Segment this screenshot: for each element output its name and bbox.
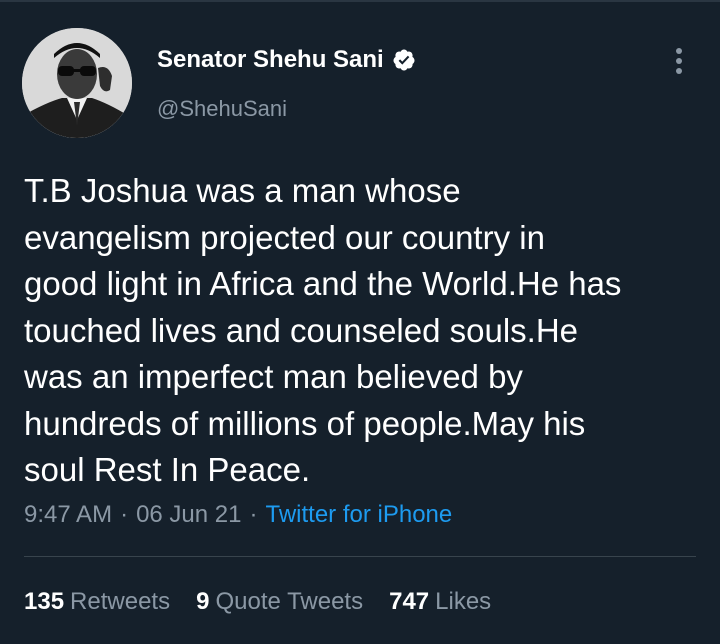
author-handle[interactable]: @ShehuSani <box>157 96 287 122</box>
divider <box>24 556 696 557</box>
quote-tweets-label: Quote Tweets <box>215 588 364 615</box>
meta-separator: · <box>120 501 129 528</box>
quote-tweets-stat[interactable]: 9 Quote Tweets <box>196 588 363 616</box>
likes-stat[interactable]: 747 Likes <box>389 588 491 616</box>
meta-separator: · <box>249 501 258 528</box>
quote-tweets-count: 9 <box>196 588 210 615</box>
tweet-line: touched lives and counseled souls.He <box>24 311 579 349</box>
tweet-stats: 135 Retweets 9 Quote Tweets 747 Likes <box>24 588 491 616</box>
profile-photo <box>22 28 132 138</box>
tweet-line: hundreds of millions of people.May his <box>24 404 586 442</box>
likes-label: Likes <box>435 588 492 615</box>
tweet-date[interactable]: 06 Jun 21 <box>136 501 241 529</box>
tweet-line: good light in Africa and the World.He ha… <box>24 265 622 302</box>
likes-count: 747 <box>389 588 430 615</box>
tweet-source-link[interactable]: Twitter for iPhone <box>265 501 452 529</box>
top-border <box>0 0 720 2</box>
retweets-stat[interactable]: 135 Retweets <box>24 588 170 616</box>
tweet-text: T.B Joshua was a man whose evangelism pr… <box>24 168 704 494</box>
more-vertical-icon[interactable] <box>669 48 689 78</box>
tweet-time[interactable]: 9:47 AM <box>24 501 112 529</box>
verified-badge-icon <box>393 49 415 71</box>
tweet-line: evangelism projected our country in <box>24 218 545 256</box>
tweet-meta: 9:47 AM · 06 Jun 21 · Twitter for iPhone <box>24 501 452 529</box>
author-name[interactable]: Senator Shehu Sani <box>157 46 384 74</box>
retweets-label: Retweets <box>70 588 171 615</box>
author-row: Senator Shehu Sani <box>157 46 416 74</box>
tweet-line: soul Rest In Peace. <box>24 451 311 488</box>
avatar[interactable] <box>22 28 132 138</box>
tweet-line: T.B Joshua was a man whose <box>24 172 461 209</box>
tweet-line: was an imperfect man believed by <box>24 358 523 395</box>
retweets-count: 135 <box>24 588 65 615</box>
